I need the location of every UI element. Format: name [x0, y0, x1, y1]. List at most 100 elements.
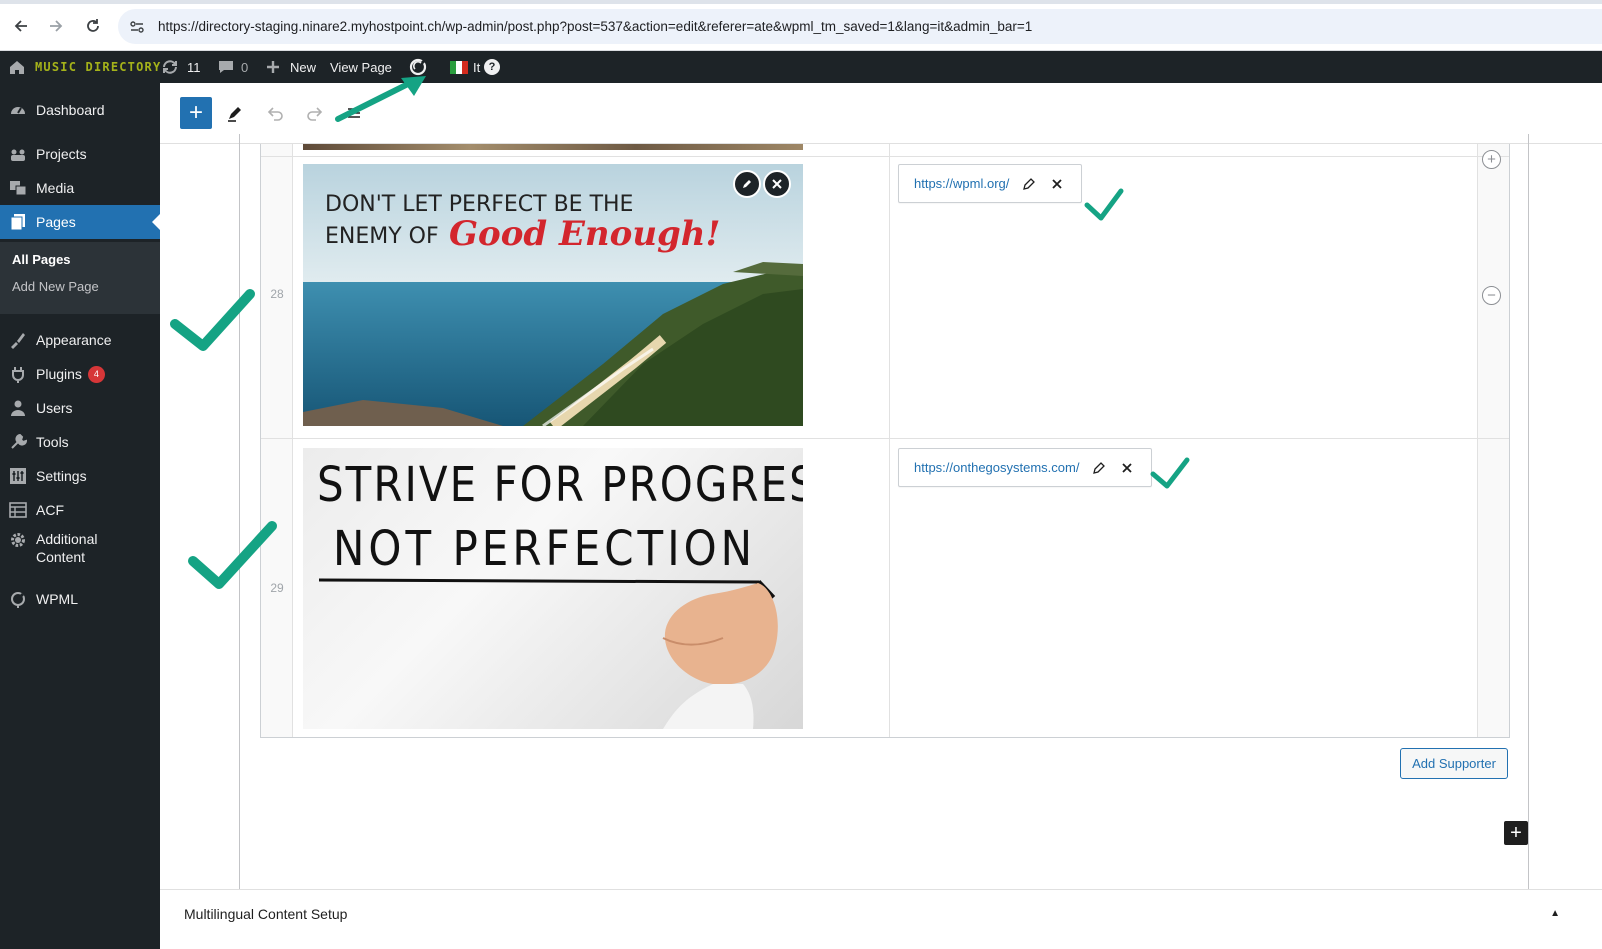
remove-link-icon[interactable]	[1119, 460, 1135, 476]
updates-count[interactable]: 11	[187, 51, 201, 83]
italian-flag-icon[interactable]	[450, 51, 468, 83]
sidebar-item-label: WPML	[36, 591, 78, 607]
hand-writing-image	[318, 578, 778, 729]
undo-icon[interactable]	[263, 101, 287, 125]
forward-arrow-icon[interactable]	[43, 13, 69, 39]
dashboard-icon	[8, 100, 28, 120]
sidebar-item-tools[interactable]: Tools	[0, 425, 160, 459]
url-text[interactable]: https://directory-staging.ninare2.myhost…	[158, 19, 1032, 34]
image-caption-line2: ENEMY OF	[325, 224, 439, 249]
add-block-button[interactable]: +	[180, 97, 212, 129]
link-field-28[interactable]: https://wpml.org/	[898, 164, 1082, 203]
link-url[interactable]: https://onthegosystems.com/	[914, 460, 1079, 475]
row-divider	[261, 438, 1509, 439]
edit-image-button[interactable]	[733, 170, 761, 198]
link-url[interactable]: https://wpml.org/	[914, 176, 1009, 191]
sidebar-item-label: Media	[36, 180, 75, 196]
plugins-update-badge: 4	[87, 365, 105, 383]
sidebar-item-label-line2: Content	[36, 549, 86, 565]
settings-icon	[8, 466, 28, 486]
sidebar-item-pages[interactable]: Pages	[0, 205, 160, 239]
comments-icon[interactable]	[218, 51, 234, 83]
reload-icon[interactable]	[80, 13, 106, 39]
sidebar-item-users[interactable]: Users	[0, 391, 160, 425]
projects-icon	[8, 144, 28, 164]
pencil-icon[interactable]	[223, 101, 247, 125]
add-supporter-button[interactable]: Add Supporter	[1400, 748, 1508, 779]
appearance-icon	[8, 330, 28, 350]
updates-icon[interactable]	[161, 51, 179, 83]
site-name[interactable]: MUSIC DIRECTORY	[35, 51, 161, 83]
row-image-29[interactable]: STRIVE FOR PROGRESS, NOT PERFECTION	[303, 448, 803, 729]
address-bar[interactable]: https://directory-staging.ninare2.myhost…	[118, 9, 1602, 44]
pages-icon	[8, 212, 28, 232]
submenu-add-new-page[interactable]: Add New Page	[12, 279, 99, 294]
browser-toolbar: https://directory-staging.ninare2.myhost…	[0, 0, 1602, 51]
help-icon[interactable]: ?	[484, 51, 500, 83]
sidebar-item-dashboard[interactable]: Dashboard	[0, 93, 160, 127]
sidebar-item-additional-content[interactable]: Additional Content	[0, 530, 160, 574]
sidebar-item-label: Appearance	[36, 332, 112, 348]
row-divider	[261, 156, 1509, 157]
sidebar-item-appearance[interactable]: Appearance	[0, 323, 160, 357]
previous-row-image-edge	[303, 144, 803, 150]
row-number-column	[261, 144, 293, 737]
media-icon	[8, 178, 28, 198]
row-image-28[interactable]: DON'T LET PERFECT BE THE ENEMY OF Good E…	[303, 164, 803, 426]
plus-icon[interactable]	[266, 51, 280, 83]
language-label[interactable]: It	[473, 51, 480, 83]
wp-admin-bar: MUSIC DIRECTORY 11 0 New View Page It ?	[0, 51, 1602, 83]
sidebar-item-label: Projects	[36, 146, 87, 162]
redo-icon[interactable]	[303, 101, 327, 125]
row-number[interactable]: 29	[261, 581, 293, 595]
remove-image-button[interactable]	[763, 170, 791, 198]
sidebar-item-label: Additional	[36, 531, 98, 547]
back-arrow-icon[interactable]	[8, 13, 34, 39]
collapse-caret-icon[interactable]: ▲	[1550, 908, 1560, 919]
sidebar-item-projects[interactable]: Projects	[0, 137, 160, 171]
row-number[interactable]: 28	[261, 287, 293, 301]
pages-submenu: All Pages Add New Page	[0, 242, 160, 314]
block-inserter-button[interactable]: +	[1504, 821, 1528, 845]
plugins-icon	[8, 364, 28, 384]
view-page-link[interactable]: View Page	[330, 51, 392, 83]
sidebar-item-media[interactable]: Media	[0, 171, 160, 205]
sidebar-item-label: Users	[36, 400, 73, 416]
browser-tab-strip	[0, 0, 1602, 4]
submenu-all-pages[interactable]: All Pages	[12, 252, 71, 267]
gear-icon	[8, 530, 28, 550]
editor-canvas: 28 DON'T LET PERFECT BE THE ENEMY OF Goo…	[160, 134, 1602, 949]
column-divider	[889, 144, 890, 737]
new-content-link[interactable]: New	[290, 51, 316, 83]
sidebar-item-settings[interactable]: Settings	[0, 459, 160, 493]
remove-row-button[interactable]: −	[1482, 286, 1501, 305]
users-icon	[8, 398, 28, 418]
panel-title[interactable]: Multilingual Content Setup	[184, 906, 347, 922]
edit-link-icon[interactable]	[1091, 460, 1107, 476]
multilingual-content-setup-panel[interactable]: Multilingual Content Setup ▲	[160, 889, 1602, 949]
wpml-icon	[8, 589, 28, 609]
link-field-29[interactable]: https://onthegosystems.com/	[898, 448, 1152, 487]
home-icon[interactable]	[8, 51, 26, 83]
wpml-icon[interactable]	[408, 51, 428, 83]
image-caption-script: Good Enough!	[449, 214, 721, 254]
tools-icon	[8, 432, 28, 452]
sidebar-item-label: Plugins	[36, 366, 82, 382]
edit-link-icon[interactable]	[1021, 176, 1037, 192]
sidebar-item-acf[interactable]: ACF	[0, 493, 160, 527]
acf-icon	[8, 500, 28, 520]
sidebar-item-label: ACF	[36, 502, 64, 518]
add-row-button[interactable]: +	[1482, 150, 1501, 169]
admin-sidebar: Dashboard Projects Media Pages All Pages…	[0, 83, 160, 949]
sidebar-item-plugins[interactable]: Plugins 4	[0, 357, 160, 391]
sidebar-item-label: Dashboard	[36, 102, 105, 118]
site-info-icon[interactable]	[128, 18, 146, 36]
remove-link-icon[interactable]	[1049, 176, 1065, 192]
list-view-icon[interactable]	[342, 101, 366, 125]
row-actions-column	[1477, 144, 1509, 737]
sidebar-item-label: Settings	[36, 468, 87, 484]
sidebar-item-label-group: Additional Content	[36, 530, 98, 566]
sidebar-item-wpml[interactable]: WPML	[0, 582, 160, 616]
screen: https://directory-staging.ninare2.myhost…	[0, 0, 1602, 949]
comments-count[interactable]: 0	[241, 51, 248, 83]
